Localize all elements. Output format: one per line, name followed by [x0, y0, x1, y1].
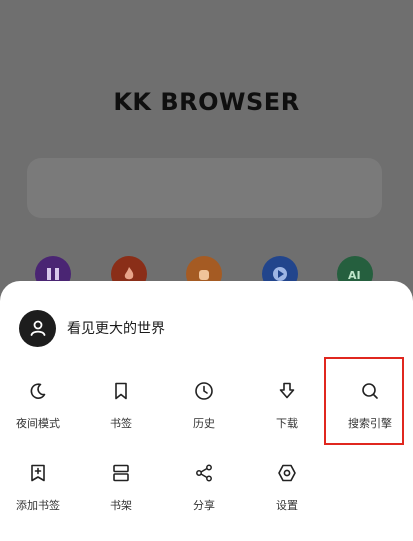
menu-item-label: 历史 — [193, 417, 215, 430]
profile-row[interactable]: 看见更大的世界 — [19, 309, 165, 347]
moon-icon — [30, 383, 46, 399]
profile-name: 看见更大的世界 — [67, 321, 165, 337]
menu-item-settings[interactable]: 设置 — [246, 463, 328, 533]
download-icon — [279, 382, 295, 399]
avatar[interactable] — [19, 309, 56, 347]
menu-item-label: 设置 — [276, 499, 298, 512]
brand-logo: KK BROWSER — [113, 88, 300, 116]
menu-item-label: 书签 — [110, 417, 132, 430]
bookmark-icon — [115, 382, 127, 400]
menu-item-bookmarks[interactable]: 书签 — [80, 381, 162, 451]
add-bookmark-icon — [31, 464, 45, 482]
user-icon — [30, 320, 45, 336]
settings-icon — [278, 464, 296, 482]
menu-item-bookshelf[interactable]: 书架 — [80, 463, 162, 533]
menu-item-night-mode[interactable]: 夜间模式 — [0, 381, 79, 451]
menu-item-label: 添加书签 — [16, 499, 60, 512]
menu-item-history[interactable]: 历史 — [163, 381, 245, 451]
menu-item-label: 分享 — [193, 499, 215, 512]
menu-item-downloads[interactable]: 下载 — [246, 381, 328, 451]
menu-item-label: 下载 — [276, 417, 298, 430]
search-box[interactable] — [27, 158, 382, 218]
menu-item-add-bookmark[interactable]: 添加书签 — [0, 463, 79, 533]
bookshelf-icon — [113, 464, 129, 482]
clock-icon — [195, 382, 213, 400]
menu-item-label: 夜间模式 — [16, 417, 60, 430]
menu-item-label: 书架 — [110, 499, 132, 512]
share-icon — [196, 464, 212, 482]
search-engine-highlight — [324, 357, 404, 445]
menu-item-share[interactable]: 分享 — [163, 463, 245, 533]
